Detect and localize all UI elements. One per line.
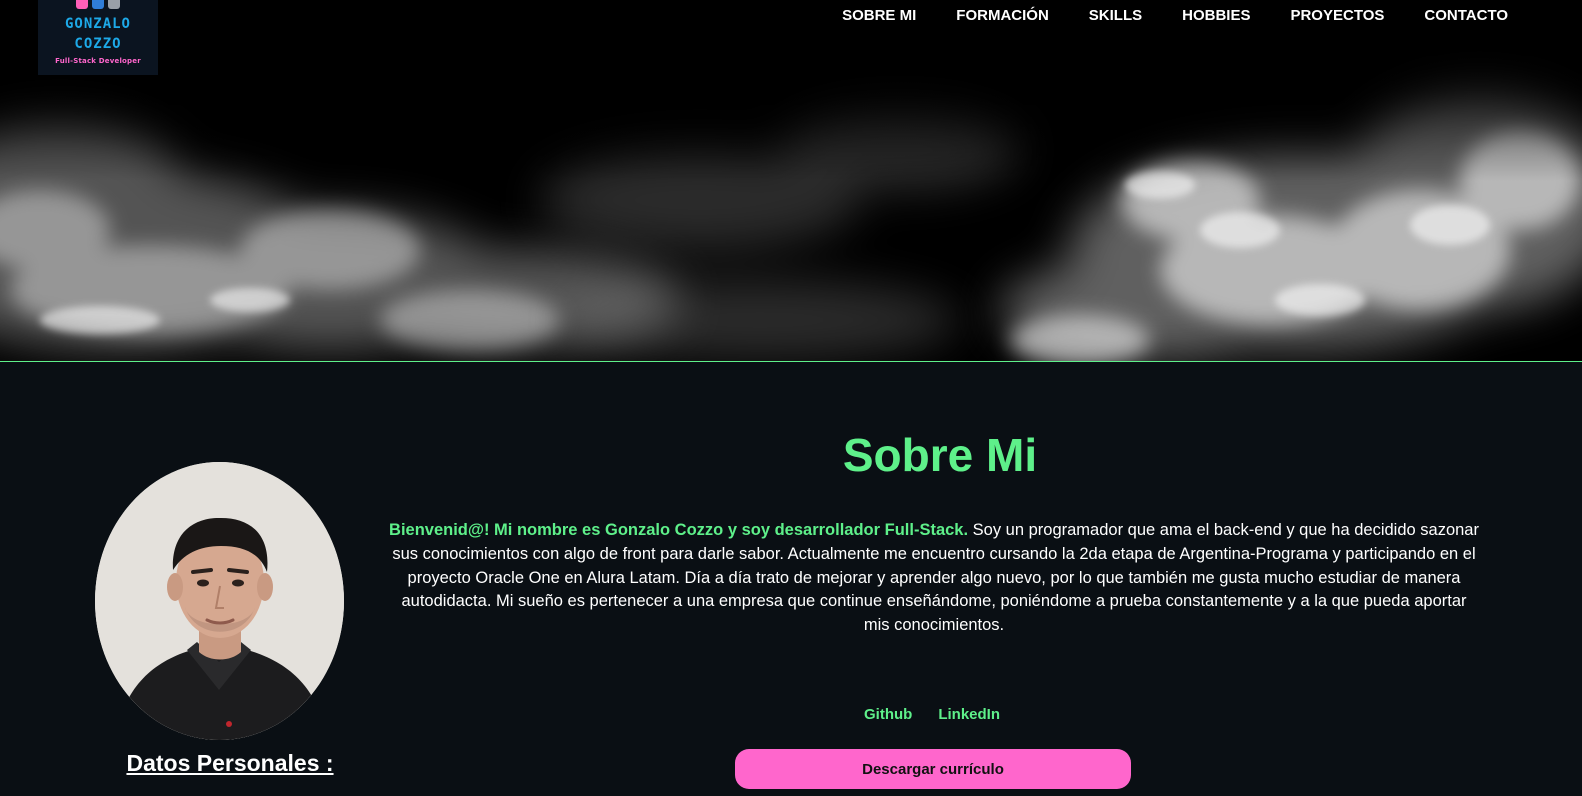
nav-item-hobbies[interactable]: HOBBIES [1182,6,1250,26]
personal-data-heading: Datos Personales : [126,750,334,776]
linkedin-link[interactable]: LinkedIn [938,706,1000,723]
profile-portrait-image [95,462,344,740]
logo-name-line2: COZZO [74,36,122,52]
logo-subtitle: Full-Stack Developer [55,57,141,65]
about-description: Bienvenid@! Mi nombre es Gonzalo Cozzo y… [388,519,1480,638]
nav-item-sobre-mi[interactable]: SOBRE MI [842,6,916,26]
logo[interactable]: GONZALO COZZO Full-Stack Developer [38,0,158,75]
portfolio-page: GONZALO COZZO Full-Stack Developer SOBRE… [0,0,1582,796]
nav-item-contacto[interactable]: CONTACTO [1424,6,1508,26]
main-nav: SOBRE MI FORMACIÓN SKILLS HOBBIES PROYEC… [842,6,1508,26]
logo-icons [76,0,120,10]
logo-blue-square-icon [92,0,104,9]
smoke-background-image [0,0,1582,362]
profile-photo [95,462,344,740]
hero-header: GONZALO COZZO Full-Stack Developer SOBRE… [0,0,1582,362]
social-links: Github LinkedIn [832,706,1032,723]
about-intro: Bienvenid@! Mi nombre es Gonzalo Cozzo y… [389,521,969,539]
logo-pink-square-icon [76,0,88,9]
logo-name-line1: GONZALO [64,16,131,32]
about-section: Datos Personales : Sobre Mi Bienvenid@! … [0,365,1582,796]
logo-gray-square-icon [108,0,120,9]
nav-item-skills[interactable]: SKILLS [1089,6,1142,26]
download-cv-button[interactable]: Descargar currículo [735,749,1131,789]
about-title: Sobre Mi [842,429,1038,481]
nav-item-proyectos[interactable]: PROYECTOS [1290,6,1384,26]
nav-item-formacion[interactable]: FORMACIÓN [956,6,1049,26]
github-link[interactable]: Github [864,706,912,723]
hero-accent-divider [0,361,1582,362]
